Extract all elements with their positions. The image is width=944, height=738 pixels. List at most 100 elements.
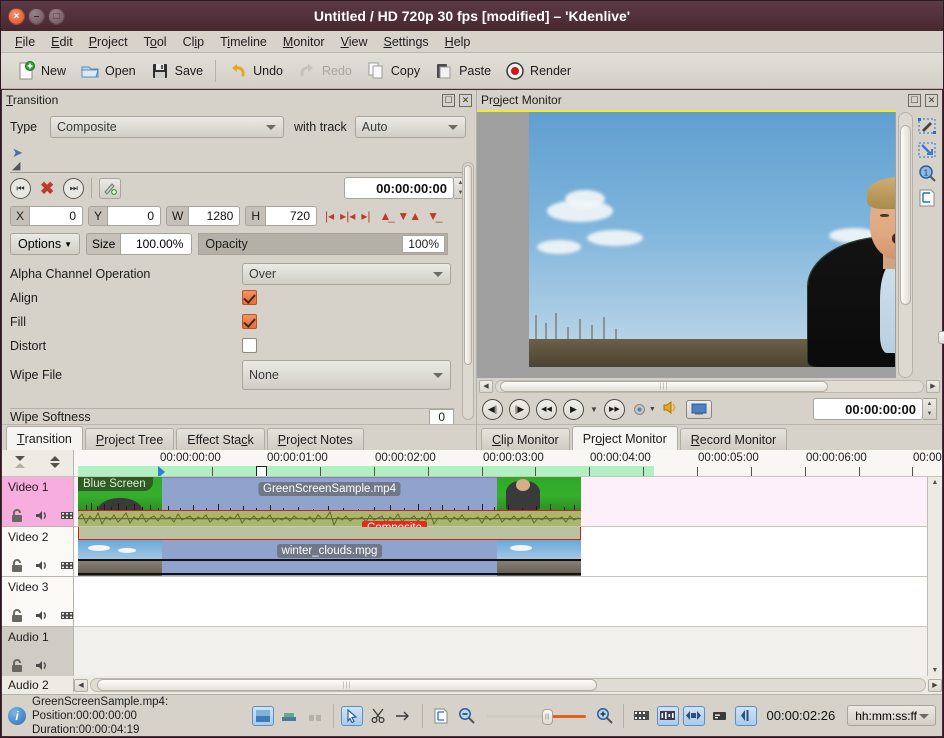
mute-track-icon[interactable]: [35, 659, 49, 672]
window-maximize-button[interactable]: □: [48, 7, 65, 25]
timeline-track-video-1[interactable]: Blue Screen GreenScreenSample.mp4 Compos…: [74, 477, 927, 535]
set-zone-out-button[interactable]: |▶: [509, 398, 530, 420]
timeline-zoom-slider[interactable]: |||: [485, 708, 586, 725]
audio-volume-button[interactable]: [662, 399, 680, 419]
scrollbar-thumb[interactable]: |||: [97, 679, 597, 691]
monitor-vertical-scrollbar[interactable]: [898, 112, 913, 378]
menu-view[interactable]: View: [333, 33, 376, 51]
close-panel-icon[interactable]: ✕: [459, 93, 472, 107]
play-button[interactable]: ▶: [563, 398, 584, 420]
transition-panel-scrollbar[interactable]: [462, 162, 474, 420]
timeline-track-video-3[interactable]: [74, 577, 927, 627]
hide-track-icon[interactable]: [60, 559, 74, 572]
edit-mode-icon[interactable]: [917, 116, 937, 136]
align-center-vertical-icon[interactable]: ▼▲: [397, 209, 421, 223]
align-right-icon[interactable]: ▸|: [361, 209, 370, 223]
transition-type-combo[interactable]: Composite: [50, 116, 284, 138]
zone-position-marker[interactable]: [256, 466, 267, 476]
zoom-slider-knob[interactable]: |||: [541, 708, 553, 725]
scroll-right-arrow-icon[interactable]: ▶: [928, 678, 942, 692]
show-descriptions-button[interactable]: [709, 706, 731, 726]
lock-track-icon[interactable]: [10, 559, 24, 572]
mute-track-icon[interactable]: [35, 559, 49, 572]
window-close-button[interactable]: ×: [8, 7, 25, 25]
w-field-group[interactable]: W 1280: [166, 206, 241, 226]
track-header-audio-2[interactable]: Audio 2: [2, 678, 74, 692]
lock-track-icon[interactable]: [10, 609, 24, 622]
tab-clip-monitor[interactable]: Clip Monitor: [481, 428, 570, 450]
track-header-video-2[interactable]: Video 2: [2, 527, 73, 577]
w-value[interactable]: 1280: [188, 206, 241, 226]
menu-settings[interactable]: Settings: [375, 33, 436, 51]
clip-winter-clouds[interactable]: winter_clouds.mpg: [78, 540, 581, 576]
menu-help[interactable]: Help: [437, 33, 479, 51]
clip-greenscreensample[interactable]: Blue Screen GreenScreenSample.mp4: [78, 477, 581, 526]
tab-transition[interactable]: Transition: [6, 426, 83, 450]
set-zone-in-button[interactable]: ◀|: [482, 398, 503, 420]
scroll-down-arrow-icon[interactable]: ▼: [932, 667, 939, 674]
paste-button[interactable]: Paste: [427, 58, 498, 84]
lock-track-icon[interactable]: [10, 509, 24, 522]
copy-button[interactable]: Copy: [359, 58, 427, 84]
save-button[interactable]: Save: [143, 58, 211, 84]
snap-button[interactable]: [734, 705, 757, 726]
previous-keyframe-button[interactable]: ⏮: [10, 177, 31, 199]
new-button[interactable]: New: [9, 58, 73, 84]
align-center-horizontal-icon[interactable]: ▸|◂: [340, 209, 355, 223]
undo-button[interactable]: Undo: [221, 58, 290, 84]
size-field-group[interactable]: Size 100.00%: [86, 233, 193, 255]
scrollbar-track[interactable]: |||: [495, 379, 924, 393]
h-field-group[interactable]: H 720: [245, 206, 318, 226]
zoom-one-icon[interactable]: 1: [917, 164, 937, 184]
mute-track-icon[interactable]: [35, 609, 49, 622]
float-panel-icon[interactable]: ☐: [442, 93, 455, 107]
add-keyframe-button[interactable]: [99, 177, 122, 199]
video-display[interactable]: [477, 110, 896, 378]
clip-effect-label[interactable]: Blue Screen: [78, 477, 153, 491]
show-video-thumbnails-button[interactable]: [631, 706, 653, 726]
tab-project-tree[interactable]: Project Tree: [84, 428, 175, 450]
zoom-out-button[interactable]: [456, 706, 478, 726]
hide-track-icon[interactable]: [60, 509, 74, 522]
size-value[interactable]: 100.00%: [120, 233, 193, 255]
window-minimize-button[interactable]: –: [28, 7, 45, 25]
redo-button[interactable]: Redo: [290, 58, 359, 84]
track-header-video-1[interactable]: Video 1: [2, 477, 73, 527]
collapse-tracks-icon[interactable]: [12, 454, 28, 473]
normal-edit-mode-button[interactable]: [251, 705, 274, 726]
lock-track-icon[interactable]: [10, 659, 24, 672]
tab-project-notes[interactable]: Project Notes: [266, 428, 364, 450]
x-field-group[interactable]: X 0: [10, 206, 84, 226]
align-left-icon[interactable]: |◂: [325, 209, 334, 223]
keyframe-timeline[interactable]: ➤ ◢: [10, 145, 468, 173]
resize-tracks-icon[interactable]: [47, 454, 63, 473]
show-audio-thumbnails-button[interactable]: [656, 705, 679, 726]
overwrite-edit-mode-button[interactable]: [278, 706, 300, 726]
scroll-right-arrow-icon[interactable]: ▶: [926, 379, 940, 393]
menu-monitor[interactable]: Monitor: [275, 33, 333, 51]
track-header-video-3[interactable]: Video 3: [2, 577, 73, 627]
timeline-track-audio-1[interactable]: [74, 627, 927, 676]
with-track-combo[interactable]: Auto: [354, 116, 466, 138]
scrollbar-thumb[interactable]: [900, 125, 911, 305]
insert-zone-icon[interactable]: [917, 188, 937, 208]
scroll-left-arrow-icon[interactable]: ◀: [479, 379, 493, 393]
menu-project[interactable]: Project: [81, 33, 136, 51]
razor-tool-button[interactable]: [367, 706, 389, 726]
menu-file[interactable]: File: [7, 33, 43, 51]
float-panel-icon[interactable]: ☐: [908, 93, 921, 107]
monitor-timecode-spinner[interactable]: ▲ ▼: [923, 398, 937, 420]
delete-keyframe-button[interactable]: ✖: [40, 180, 54, 197]
playhead-marker[interactable]: [158, 466, 165, 476]
wipe-file-combo[interactable]: None: [242, 360, 451, 390]
menu-edit[interactable]: Edit: [43, 33, 81, 51]
show-markers-button[interactable]: [682, 705, 705, 726]
h-value[interactable]: 720: [265, 206, 318, 226]
track-header-audio-1[interactable]: Audio 1: [2, 627, 73, 676]
align-top-icon[interactable]: ▲̲: [379, 209, 391, 223]
zoom-in-button[interactable]: [594, 706, 616, 726]
insert-edit-mode-button[interactable]: [304, 706, 326, 726]
timeline-vertical-scrollbar[interactable]: ▲ ▼: [927, 477, 942, 676]
monitor-timecode-field[interactable]: 00:00:00:00: [813, 398, 923, 420]
menu-clip[interactable]: Clip: [175, 33, 213, 51]
